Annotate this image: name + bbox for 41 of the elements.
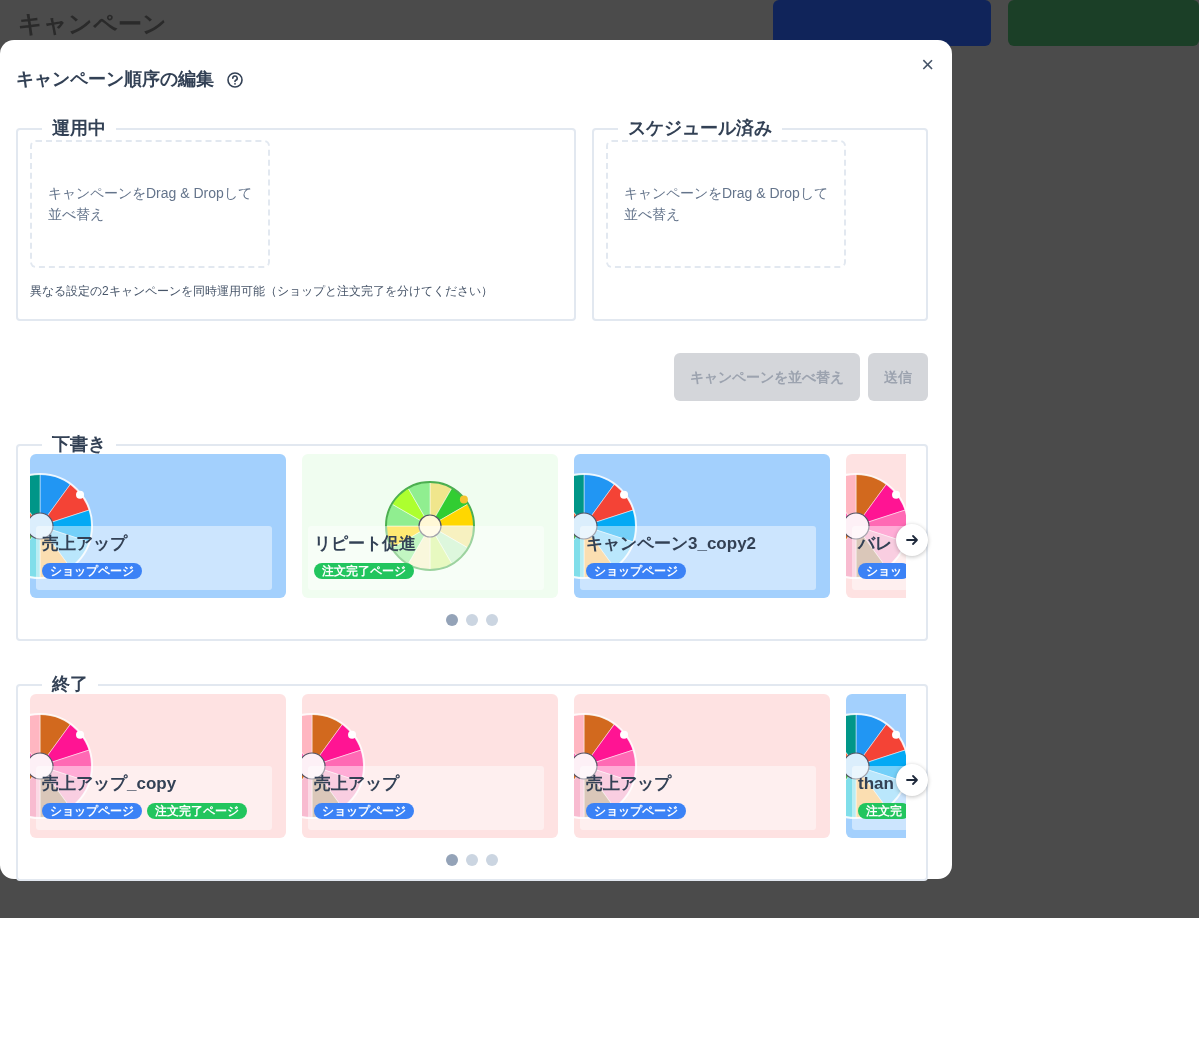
campaign-title: バレ [858, 534, 893, 555]
campaign-title: 売上アップ [42, 534, 129, 555]
campaign-title: 売上アップ [586, 774, 673, 795]
close-button[interactable]: × [917, 52, 938, 78]
page-tag: ショップページ [42, 802, 142, 819]
carousel-dot[interactable] [466, 854, 478, 867]
help-icon[interactable] [226, 70, 244, 89]
section-legend: スケジュール済み [618, 117, 782, 141]
campaign-title: リピート促進 [314, 534, 417, 555]
section-legend: 下書き [42, 433, 116, 457]
next-button[interactable] [896, 524, 928, 557]
arrow-right-icon [905, 773, 919, 788]
drop-zone[interactable]: キャンペーンをDrag & Dropして並べ替え [606, 140, 846, 269]
section-legend: 終了 [42, 673, 98, 697]
campaign-card[interactable]: リピート促進 注文完了ページ [302, 454, 558, 599]
section-legend: 運用中 [42, 117, 116, 141]
campaign-card[interactable]: 売上アップ_copy ショップページ 注文完了ページ [30, 694, 286, 839]
carousel-dot[interactable] [486, 854, 498, 867]
arrow-right-icon [905, 533, 919, 548]
campaign-title: 売上アップ_copy [42, 774, 178, 795]
carousel-dot[interactable] [486, 614, 498, 627]
campaign-title: than [858, 774, 895, 795]
page-tag: 注文完了ページ [147, 802, 247, 819]
drop-zone[interactable]: キャンペーンをDrag & Dropして並べ替え [30, 140, 270, 269]
page-tag: ショップページ [586, 802, 686, 819]
campaign-title: キャンペーン3_copy2 [586, 534, 758, 555]
carousel-dot[interactable] [466, 614, 478, 627]
next-button[interactable] [896, 764, 928, 797]
page-tag: ショップページ [314, 802, 414, 819]
page-tag: ショップページ [586, 562, 686, 579]
carousel-dot[interactable] [446, 854, 458, 867]
section-note: 異なる設定の2キャンペーンを同時運用可能（ショップと注文完了を分けてください） [30, 283, 494, 301]
campaign-card[interactable]: 売上アップ ショップページ [302, 694, 558, 839]
campaign-card[interactable]: 売上アップ ショップページ [30, 454, 286, 599]
carousel-dot[interactable] [446, 614, 458, 627]
page-tag: ショップページ [42, 562, 142, 579]
campaign-card[interactable]: 売上アップ ショップページ [574, 694, 830, 839]
campaign-card[interactable]: キャンペーン3_copy2 ショップページ [574, 454, 830, 599]
modal-title: キャンペーン順序の編集 [16, 68, 214, 91]
page-tag: 注文完了ページ [314, 562, 414, 579]
campaign-title: 売上アップ [314, 774, 401, 795]
